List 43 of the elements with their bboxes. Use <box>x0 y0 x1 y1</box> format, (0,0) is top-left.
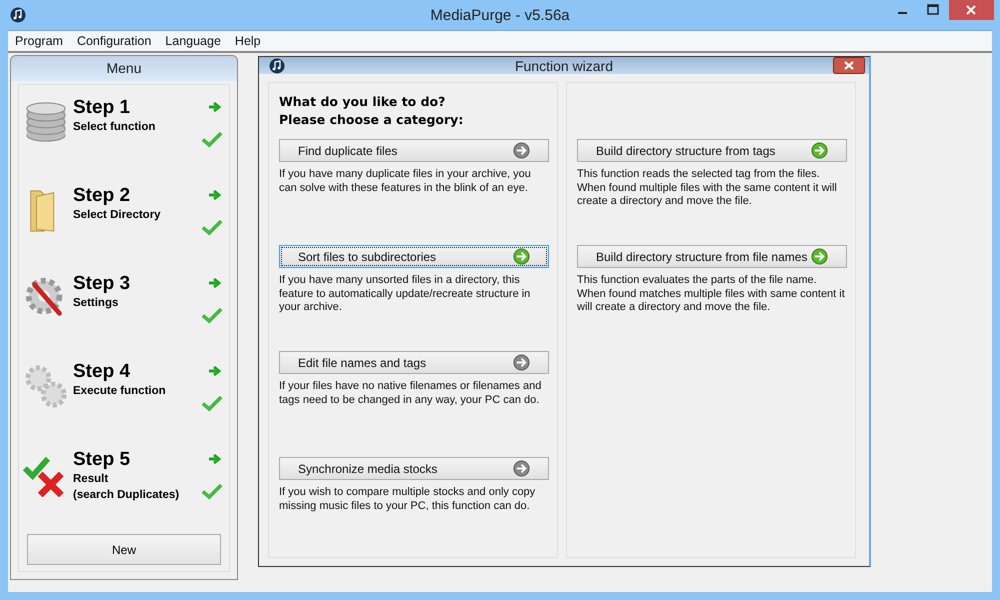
step-subtitle: Settings <box>73 296 120 311</box>
option-description: This function reads the selected tag from the files. When found multiple files with the same content it will create a directory and move the file. <box>577 168 838 208</box>
close-button[interactable] <box>949 0 994 20</box>
function-button[interactable]: Sort files to subdirectories <box>279 245 549 268</box>
step-subtitle: Select function <box>73 120 156 135</box>
option-description: If you have many unsorted files in a directory, this feature to automatically update/recreate structure in your archive. <box>279 274 532 314</box>
step-subtitle: Execute function <box>73 384 167 399</box>
step-title: Step 5 <box>73 449 132 471</box>
wizard-title: Function wizard <box>514 58 614 74</box>
window-title: MediaPurge - v5.56a <box>429 6 571 24</box>
function-button[interactable]: Find duplicate files <box>279 139 549 162</box>
function-button[interactable]: Build directory structure from file names <box>577 245 847 268</box>
app-icon <box>10 7 26 23</box>
new-button[interactable]: New <box>27 534 221 565</box>
step-subtitle: Result <box>73 472 110 487</box>
arrow-icon <box>208 365 222 377</box>
step-title: Step 3 <box>73 273 132 295</box>
option-description: If you have many duplicate files in your archive, you can solve with these features in the blink of an eye. <box>279 168 532 195</box>
function-button[interactable]: Synchronize media stocks <box>279 457 549 480</box>
function-button[interactable]: Edit file names and tags <box>279 351 549 374</box>
function-button[interactable]: Build directory structure from tags <box>577 139 847 162</box>
step-title: Step 2 <box>73 185 132 207</box>
step-subtitle: Select Directory <box>73 208 162 223</box>
step-title: Step 4 <box>73 361 132 383</box>
menu-item[interactable]: Configuration <box>70 34 158 48</box>
arrow-icon <box>208 189 222 201</box>
step-subtitle: (search Duplicates) <box>73 488 180 503</box>
menu-item[interactable]: Help <box>228 34 268 48</box>
gears-icon <box>23 363 69 409</box>
option-description: If you wish to compare multiple stocks and only copy missing music files to your PC, this function can do. <box>279 486 536 513</box>
option-description: This function evaluates the parts of the file name. When found matches multiple files with same content it will create a directory and move the file. <box>577 274 846 314</box>
app-icon <box>269 58 285 74</box>
step-title: Step 1 <box>73 97 132 119</box>
arrow-icon <box>208 101 222 113</box>
option-description: If your files have no native filenames or filenames and tags need to be changed in any way, your PC can do. <box>279 380 542 407</box>
close-button[interactable] <box>833 57 865 74</box>
panel-title: Menu <box>11 56 237 81</box>
menu-item[interactable]: Language <box>158 34 228 48</box>
arrow-icon <box>208 277 222 289</box>
wizard-heading: What do you like to do? <box>279 93 446 111</box>
menu-item[interactable]: Program <box>8 34 70 48</box>
arrow-icon <box>208 453 222 465</box>
wizard-heading: Please choose a category: <box>279 111 464 129</box>
